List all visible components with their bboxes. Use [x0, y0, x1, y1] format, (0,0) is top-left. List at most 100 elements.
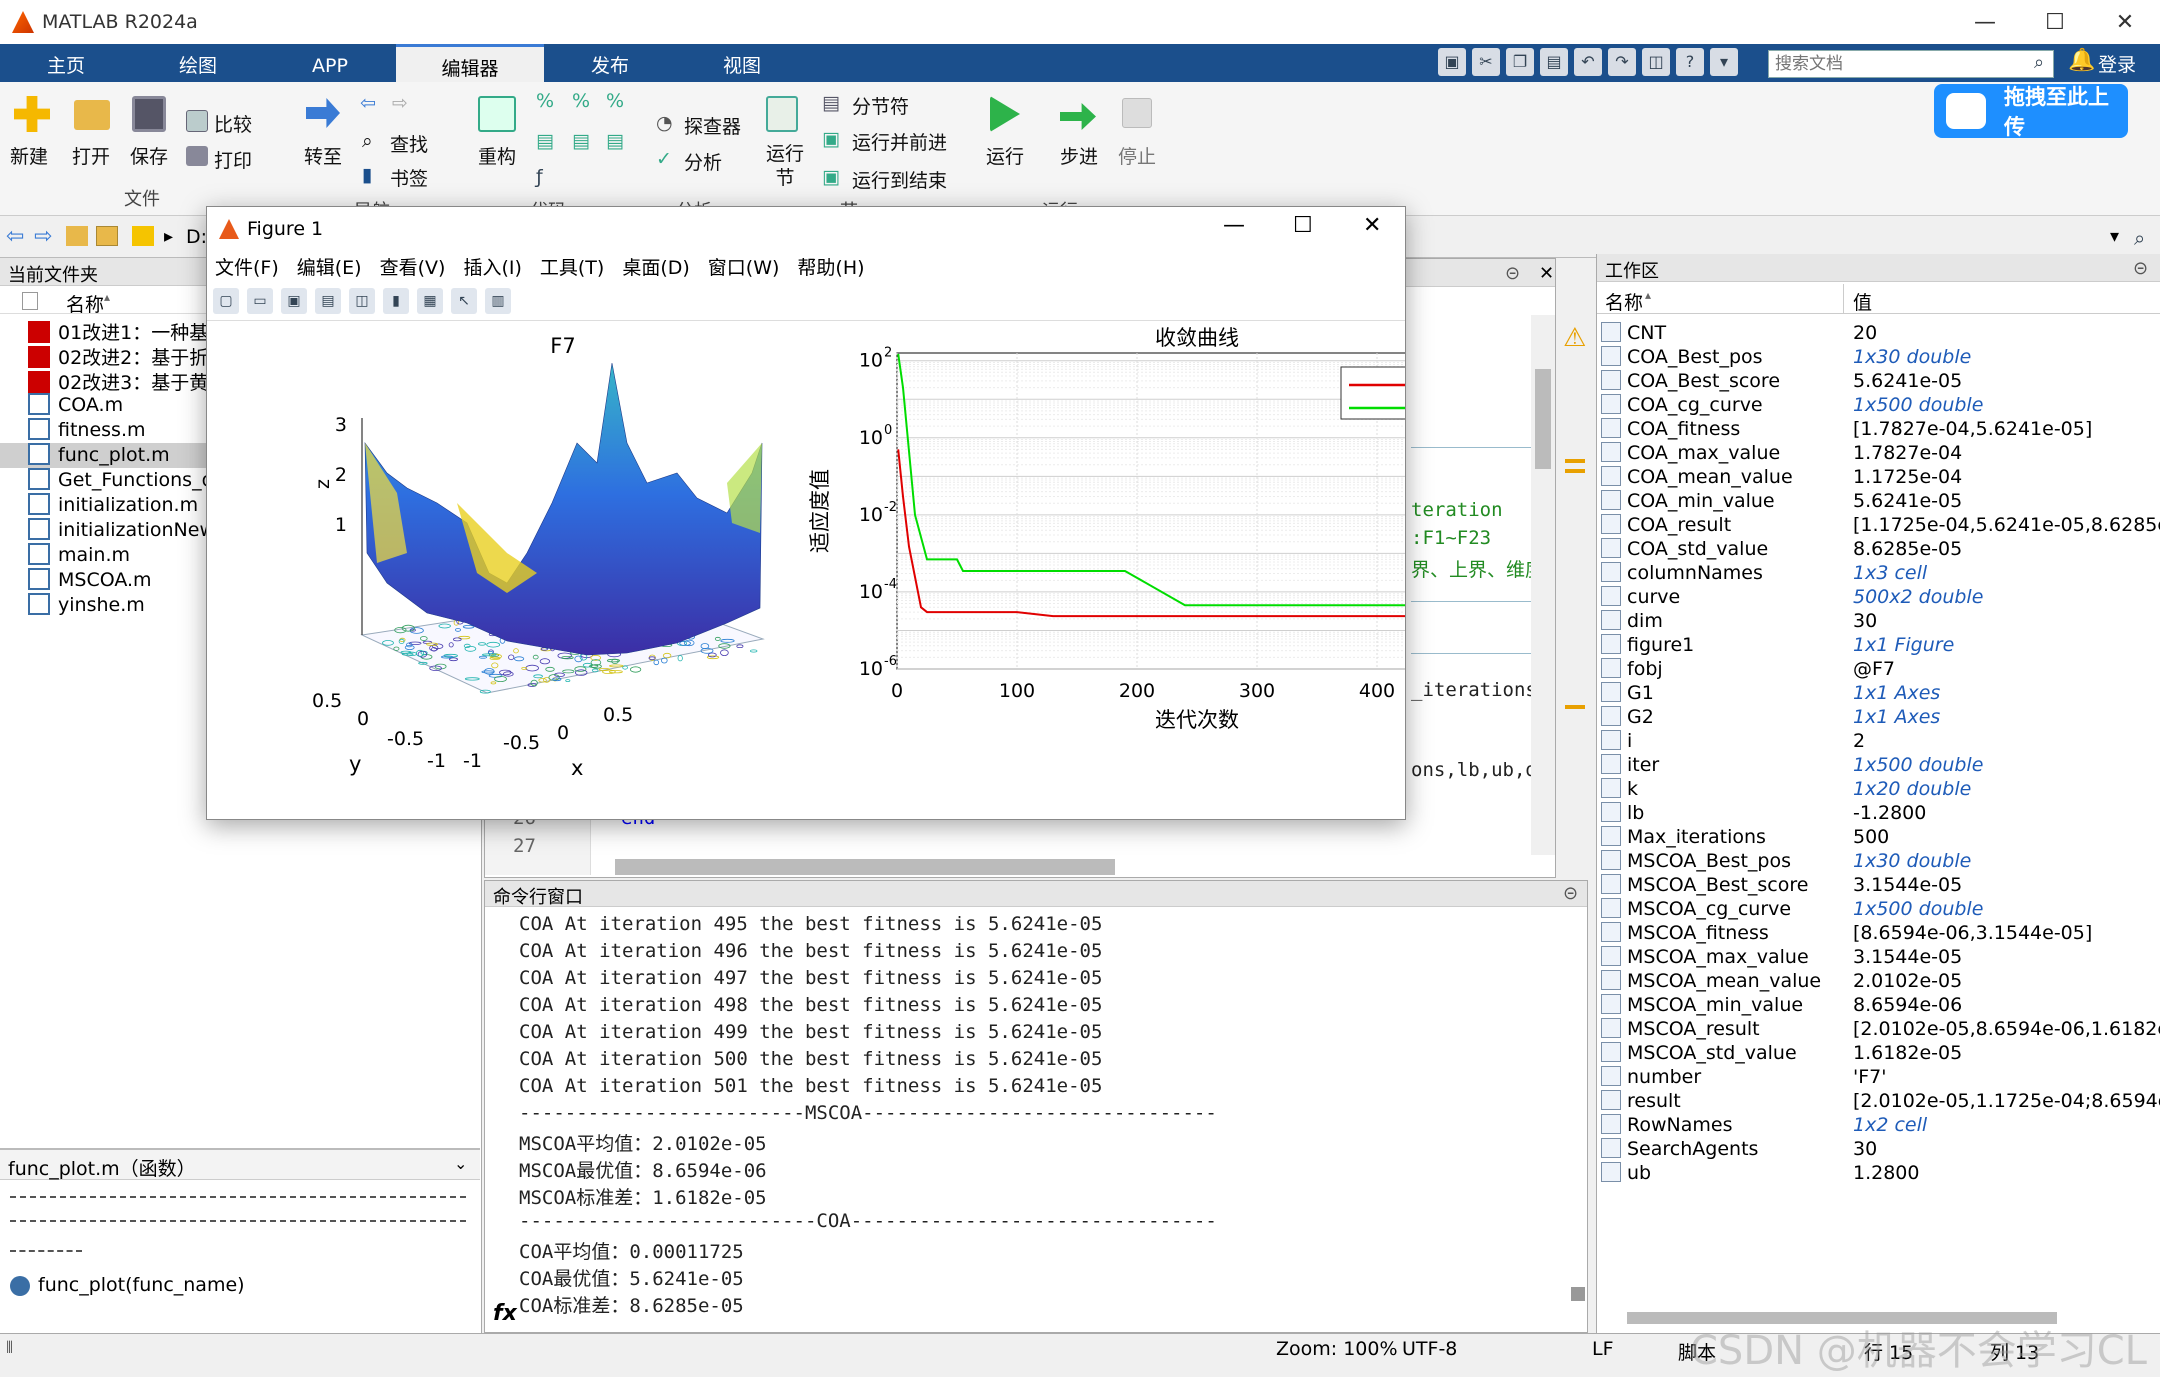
- fx-prompt-icon[interactable]: fx: [493, 1301, 517, 1326]
- workspace-variable-row[interactable]: G2 1x1 Axes: [1601, 706, 2160, 730]
- details-collapse-icon[interactable]: ⌄: [454, 1154, 467, 1173]
- menu-insert[interactable]: 插入(I): [463, 253, 521, 280]
- menu-file[interactable]: 文件(F): [215, 253, 279, 280]
- upload-drop-zone[interactable]: 拖拽至此上传: [1934, 84, 2128, 139]
- maximize-button[interactable]: ☐: [2020, 0, 2090, 44]
- up-folder-icon[interactable]: [66, 226, 88, 246]
- property-editor-icon[interactable]: ▥: [485, 287, 511, 314]
- file-list-item[interactable]: 01改进1：一种基于: [28, 318, 227, 344]
- path-text[interactable]: D:: [186, 226, 207, 248]
- command-scrollbar[interactable]: [1571, 1287, 1585, 1301]
- workspace-variable-row[interactable]: iter 1x500 double: [1601, 754, 2160, 778]
- figure-maximize-button[interactable]: ☐: [1293, 213, 1313, 238]
- bookmark-icon[interactable]: ▮: [362, 164, 372, 186]
- file-list-item[interactable]: MSCOA.m: [28, 568, 152, 593]
- refactor-fx-icon[interactable]: [478, 96, 516, 132]
- increase-indent-icon[interactable]: ▤: [606, 130, 624, 152]
- goto-button[interactable]: 转至: [304, 142, 342, 169]
- forward-icon[interactable]: ⇨: [34, 224, 52, 249]
- workspace-variable-row[interactable]: Max_iterations 500: [1601, 826, 2160, 850]
- uncomment-icon[interactable]: %: [572, 90, 590, 112]
- workspace-variable-row[interactable]: i2: [1601, 730, 2160, 754]
- minimize-button[interactable]: —: [1950, 0, 2020, 44]
- ws-value-column-header[interactable]: 值: [1853, 288, 1872, 315]
- tab-apps[interactable]: APP: [264, 44, 396, 82]
- file-list-item[interactable]: 02改进3：基于黄金: [28, 368, 227, 394]
- colorbar-icon[interactable]: ▮: [383, 287, 409, 314]
- command-window-menu-icon[interactable]: ⊝: [1563, 883, 1578, 904]
- new-figure-icon[interactable]: ▢: [213, 287, 239, 314]
- section-break-icon[interactable]: ▤: [822, 92, 840, 114]
- workspace-variable-row[interactable]: MSCOA_Best_score 3.1544e-05: [1601, 874, 2160, 898]
- save-disk-icon[interactable]: [132, 96, 166, 132]
- file-list-item[interactable]: fitness.m: [28, 418, 146, 443]
- forward-arrow-icon[interactable]: ⇨: [392, 92, 408, 114]
- browse-folder-icon[interactable]: [96, 226, 118, 246]
- ws-name-column-header[interactable]: 名称: [1605, 288, 1643, 315]
- workspace-variable-row[interactable]: COA_fitness [1.7827e-04,5.6241e-05]: [1601, 418, 2160, 442]
- workspace-variable-row[interactable]: MSCOA_Best_pos 1x30 double: [1601, 850, 2160, 874]
- editor-menu-icon[interactable]: ⊝: [1505, 263, 1520, 284]
- save-figure-icon[interactable]: ▣: [281, 287, 307, 314]
- decrease-indent-icon[interactable]: ▤: [572, 130, 590, 152]
- file-list-item[interactable]: 02改进2：基于折射: [28, 343, 227, 369]
- stop-icon[interactable]: [1122, 98, 1152, 128]
- figure-close-button[interactable]: ✕: [1363, 213, 1381, 238]
- redo-icon[interactable]: ↷: [1608, 48, 1636, 76]
- workspace-menu-icon[interactable]: ⊝: [2133, 258, 2148, 279]
- workspace-variable-row[interactable]: COA_min_value 5.6241e-05: [1601, 490, 2160, 514]
- tab-home[interactable]: 主页: [0, 44, 132, 82]
- analyze-icon[interactable]: ✓: [656, 148, 672, 170]
- file-list-item[interactable]: yinshe.m: [28, 593, 145, 618]
- file-list-item[interactable]: COA.m: [28, 393, 123, 418]
- workspace-variable-row[interactable]: result [2.0102e-05,1.1725e-04;8.6594e-06: [1601, 1090, 2160, 1114]
- warning-marker[interactable]: [1565, 469, 1585, 473]
- new-button[interactable]: 新建: [10, 142, 48, 169]
- print-button[interactable]: 打印: [214, 146, 252, 173]
- back-arrow-icon[interactable]: ⇦: [360, 92, 376, 114]
- workspace-variable-row[interactable]: MSCOA_std_value 1.6182e-05: [1601, 1042, 2160, 1066]
- find-icon[interactable]: ⌕: [362, 130, 373, 152]
- run-button[interactable]: 运行: [986, 142, 1024, 169]
- save-button[interactable]: 保存: [130, 142, 168, 169]
- workspace-variable-row[interactable]: fobj @F7: [1601, 658, 2160, 682]
- file-list-item[interactable]: main.m: [28, 543, 130, 568]
- editor-close-icon[interactable]: ✕: [1539, 263, 1554, 284]
- find-button[interactable]: 查找: [390, 130, 428, 157]
- workspace-variable-row[interactable]: COA_result [1.1725e-04,5.6241e-05,8.6285e…: [1601, 514, 2160, 538]
- path-search-icon[interactable]: ⌕: [2134, 226, 2145, 250]
- goto-arrow-icon[interactable]: [306, 98, 340, 128]
- figure-window[interactable]: Figure 1 — ☐ ✕ 文件(F) 编辑(E) 查看(V) 插入(I) 工…: [206, 206, 1406, 820]
- command-window[interactable]: 命令行窗口 ⊝ COA At iteration 495 the best fi…: [484, 880, 1588, 1333]
- step-button[interactable]: 步进: [1060, 142, 1098, 169]
- compare-icon[interactable]: [186, 110, 208, 132]
- help-icon[interactable]: ?: [1676, 48, 1704, 76]
- workspace-variable-row[interactable]: lb -1.2800: [1601, 802, 2160, 826]
- copy-icon[interactable]: ❐: [1506, 48, 1534, 76]
- section-break-button[interactable]: 分节符: [852, 92, 909, 119]
- save-icon[interactable]: ▣: [1438, 48, 1466, 76]
- login-link[interactable]: 登录: [2098, 50, 2136, 77]
- workspace-variable-row[interactable]: MSCOA_fitness [8.6594e-06,3.1544e-05]: [1601, 922, 2160, 946]
- workspace-variable-row[interactable]: COA_mean_value 1.1725e-04: [1601, 466, 2160, 490]
- menu-help[interactable]: 帮助(H): [797, 253, 864, 280]
- menu-view[interactable]: 查看(V): [380, 253, 446, 280]
- run-section-button[interactable]: 运行 节: [766, 142, 804, 190]
- run-advance-icon[interactable]: ▣: [822, 128, 840, 150]
- tab-view[interactable]: 视图: [676, 44, 808, 82]
- workspace-variable-row[interactable]: MSCOA_min_value 8.6594e-06: [1601, 994, 2160, 1018]
- run-to-end-icon[interactable]: ▣: [822, 166, 840, 188]
- workspace-variable-row[interactable]: ub 1.2800: [1601, 1162, 2160, 1186]
- workspace-variable-row[interactable]: COA_max_value 1.7827e-04: [1601, 442, 2160, 466]
- workspace-variable-row[interactable]: number 'F7': [1601, 1066, 2160, 1090]
- pointer-icon[interactable]: ↖: [451, 287, 477, 314]
- stop-button[interactable]: 停止: [1118, 142, 1156, 169]
- workspace-variable-row[interactable]: COA_Best_pos 1x30 double: [1601, 346, 2160, 370]
- run-play-icon[interactable]: [990, 96, 1020, 132]
- run-and-advance-button[interactable]: 运行并前进: [852, 128, 947, 155]
- workspace-variable-row[interactable]: figure1 1x1 Figure: [1601, 634, 2160, 658]
- warning-marker[interactable]: [1565, 705, 1585, 709]
- open-folder-icon[interactable]: [74, 100, 110, 130]
- tab-editor[interactable]: 编辑器: [396, 44, 544, 82]
- workspace-variable-row[interactable]: k 1x20 double: [1601, 778, 2160, 802]
